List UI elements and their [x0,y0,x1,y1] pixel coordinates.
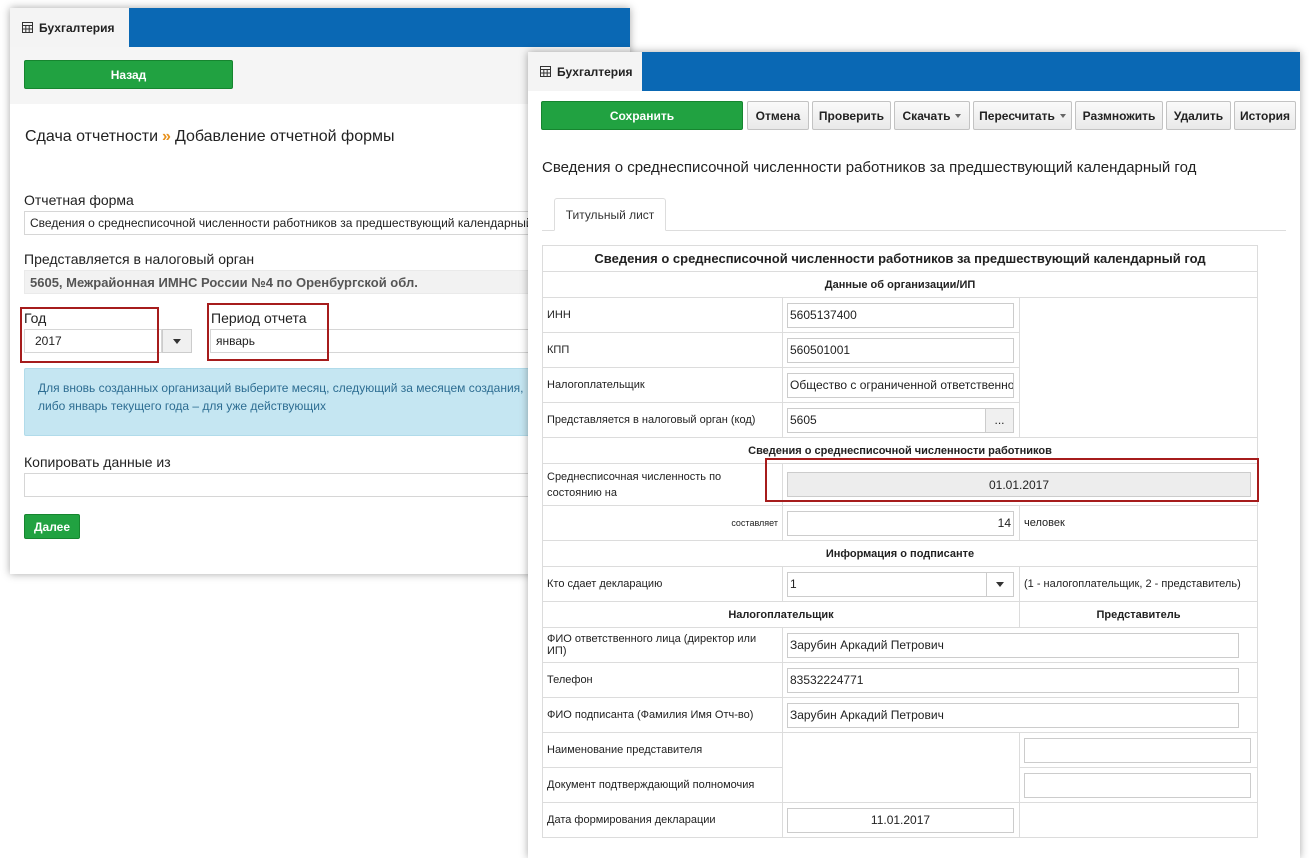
headcount-date-label: Среднесписочная численность по состоянию… [542,463,783,506]
rep-doc-input[interactable] [1024,772,1251,798]
save-button[interactable]: Сохранить [541,101,743,130]
check-button[interactable]: Проверить [812,101,891,130]
tax-office-label: Представляется в налоговый орган [24,251,255,267]
responsible-label: ФИО ответственного лица (директор или ИП… [542,627,783,663]
report-form-table: Сведения о среднесписочной численности р… [541,245,1259,838]
calculator-icon [22,22,33,33]
app-tab-label: Бухгалтерия [557,64,633,79]
submitter-label: Кто сдает декларацию [542,566,783,602]
report-form-window: Бухгалтерия Сохранить Отмена Проверить С… [528,52,1300,858]
tax-office-code-label: Представляется в налоговый орган (код) [542,402,783,438]
app-tab-label: Бухгалтерия [39,20,115,35]
next-button[interactable]: Далее [24,514,80,539]
app-tab[interactable]: Бухгалтерия [10,8,129,47]
recalculate-button[interactable]: Пересчитать [973,101,1072,130]
breadcrumb-current: Добавление отчетной формы [174,128,395,145]
form-toolbar: Сохранить Отмена Проверить Скачать Перес… [528,91,1300,136]
responsible-input[interactable]: Зарубин Аркадий Петрович [787,632,1239,658]
headcount-unit: человек [1018,505,1259,541]
duplicate-button[interactable]: Размножить [1075,101,1163,130]
chevron-down-icon [1059,113,1066,118]
copy-from-label: Копировать данные из [24,454,171,470]
taxpayer-input[interactable]: Общество с ограниченной ответственнос [787,372,1014,398]
kpp-label: КПП [542,332,783,368]
year-select[interactable]: 2017 [24,329,162,353]
submitter-dropdown-button[interactable] [986,571,1014,597]
report-form-label: Отчетная форма [24,192,134,208]
window-header: Бухгалтерия [10,8,630,47]
rep-name-label: Наименование представителя [542,732,783,768]
phone-label: Телефон [542,662,783,698]
decl-date-input[interactable]: 11.01.2017 [787,807,1014,833]
delete-button[interactable]: Удалить [1166,101,1231,130]
rep-empty-cell [782,732,1020,803]
app-tab[interactable]: Бухгалтерия [528,52,642,91]
inn-label: ИНН [542,297,783,333]
org-empty-cell [1018,297,1259,438]
form-title: Сведения о среднесписочной численности р… [542,159,1197,176]
headcount-input[interactable]: 14 [787,510,1014,536]
decl-date-label: Дата формирования декларации [542,802,783,838]
download-button-label: Скачать [902,108,951,123]
period-label: Период отчета [211,310,307,326]
recalculate-button-label: Пересчитать [979,108,1055,123]
headcount-label: составляет [542,505,783,541]
year-label: Год [24,310,47,326]
submitter-select[interactable]: 1 [787,571,986,597]
download-button[interactable]: Скачать [894,101,970,130]
year-dropdown-button[interactable] [162,329,192,353]
chevron-down-icon [173,338,181,344]
breadcrumb-parent[interactable]: Сдача отчетности [25,128,158,145]
history-button-label: История [1239,108,1291,123]
chevron-down-icon [996,581,1004,587]
signer-name-input[interactable]: Зарубин Аркадий Петрович [787,702,1239,728]
submitter-hint: (1 - налогоплательщик, 2 - представитель… [1018,566,1259,602]
cancel-button-label: Отмена [755,108,801,123]
history-button[interactable]: История [1234,101,1296,130]
chevron-down-icon [955,113,962,118]
breadcrumb-separator: » [162,128,171,145]
kpp-input[interactable]: 560501001 [787,337,1014,363]
headcount-date-input[interactable]: 01.01.2017 [787,472,1251,497]
cancel-button[interactable]: Отмена [747,101,809,130]
table-heading: Сведения о среднесписочной численности р… [541,245,1259,272]
window-header: Бухгалтерия [528,52,1300,91]
tab-title-page[interactable]: Титульный лист [554,198,666,231]
calculator-icon [540,66,551,77]
rep-doc-label: Документ подтверждающий полномочия [542,767,783,803]
info-alert: Для вновь созданных организаций выберите… [24,368,544,436]
check-button-label: Проверить [818,108,885,123]
duplicate-button-label: Размножить [1082,108,1156,123]
delete-button-label: Удалить [1173,108,1224,123]
col-taxpayer: Налогоплательщик [542,601,1020,628]
decl-date-empty-cell [1018,802,1259,838]
col-representative: Представитель [1018,601,1259,628]
phone-input[interactable]: 83532224771 [787,667,1239,693]
tax-office-lookup-button[interactable]: ... [986,407,1014,433]
rep-name-input[interactable] [1024,737,1251,763]
section-headcount: Сведения о среднесписочной численности р… [541,437,1259,464]
section-signer: Информация о подписанте [541,540,1259,567]
section-org: Данные об организации/ИП [541,271,1259,298]
signer-name-label: ФИО подписанта (Фамилия Имя Отч-во) [542,697,783,733]
taxpayer-label: Налогоплательщик [542,367,783,403]
breadcrumb: Сдача отчетности» Добавление отчетной фор… [25,128,395,146]
back-button[interactable]: Назад [24,60,233,89]
tax-office-code-input[interactable]: 5605 [787,407,986,433]
inn-input[interactable]: 5605137400 [787,302,1014,328]
